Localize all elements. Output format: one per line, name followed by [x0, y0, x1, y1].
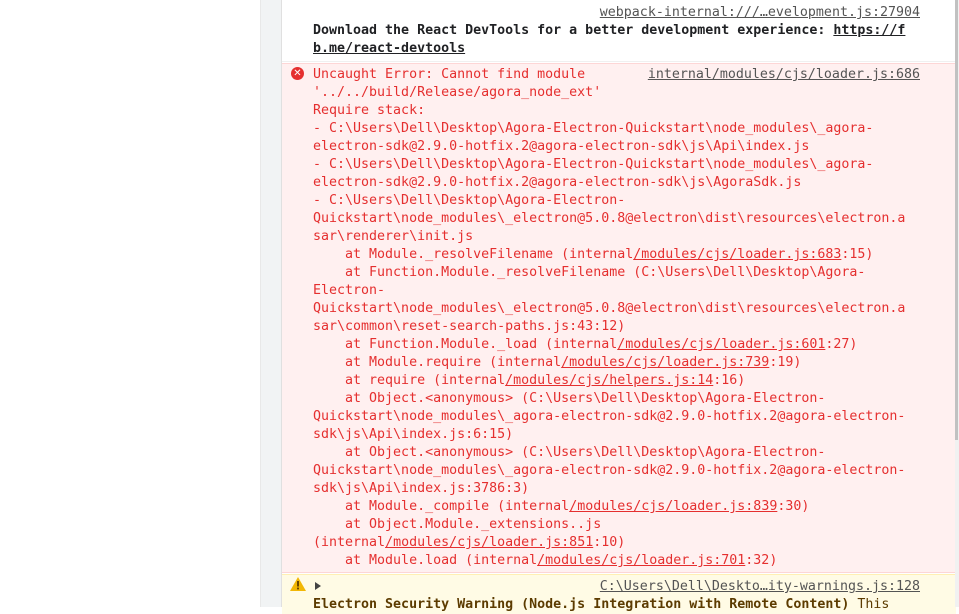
- stack-frame: at Module.require (internal/modules/cjs/…: [313, 354, 801, 372]
- stack-frame-text: (internal: [313, 535, 386, 550]
- stack-frame-text: at require (internal: [313, 373, 506, 388]
- console-message-error: ✕ internal/modules/cjs/loader.js:686 Unc…: [282, 63, 956, 573]
- stack-frame-link[interactable]: /modules/cjs/helpers.js:14: [505, 373, 713, 388]
- stack-frame-suffix: :30): [777, 499, 810, 514]
- error-message-line: - C:\Users\Dell\Desktop\Agora-Electron-: [313, 193, 626, 208]
- stack-frame-text: at Object.Module._extensions..js: [313, 517, 602, 532]
- react-devtools-link-continued[interactable]: b.me/react-devtools: [313, 40, 465, 58]
- stack-frame-link[interactable]: /modules/cjs/loader.js:601: [617, 337, 825, 352]
- console-gutter: [261, 0, 281, 607]
- warning-tail: This: [849, 597, 890, 612]
- warning-message-text: Electron Security Warning (Node.js Integ…: [313, 596, 889, 614]
- react-devtools-link[interactable]: https://f: [833, 23, 905, 38]
- console-message-log: webpack-internal:///…evelopment.js:27904…: [282, 0, 956, 62]
- stack-frame: (internal/modules/cjs/loader.js:851:10): [313, 534, 625, 552]
- stack-frame-text: Quickstart\node_modules\_agora-electron-…: [313, 463, 906, 478]
- stack-frame: Quickstart\node_modules\_agora-electron-…: [313, 408, 905, 426]
- error-source-link[interactable]: internal/modules/cjs/loader.js:686: [648, 66, 920, 84]
- stack-frame: sdk\js\Api\index.js:3786:3): [313, 480, 529, 498]
- error-message-line: - C:\Users\Dell\Desktop\Agora-Electron-Q…: [313, 121, 874, 136]
- stack-frame-link[interactable]: /modules/cjs/loader.js:739: [561, 355, 769, 370]
- expand-triangle-icon[interactable]: [315, 582, 321, 590]
- stack-frame-suffix: :10): [593, 535, 626, 550]
- error-message-line: Uncaught Error: Cannot find module: [313, 67, 586, 82]
- stack-frame: at require (internal/modules/cjs/helpers…: [313, 372, 745, 390]
- stack-frame-suffix: :19): [769, 355, 802, 370]
- stack-frame: at Module._compile (internal/modules/cjs…: [313, 498, 809, 516]
- stack-frame: at Object.<anonymous> (C:\Users\Dell\Des…: [313, 444, 825, 462]
- stack-frame-text: sar\common\reset-search-paths.js:43:12): [313, 319, 626, 334]
- error-message-line: Quickstart\node_modules\_electron@5.0.8@…: [313, 211, 906, 226]
- stack-frame-suffix: :32): [745, 553, 778, 568]
- error-message-line: '../../build/Release/agora_node_ext': [313, 85, 602, 100]
- stack-frame-text: sdk\js\Api\index.js:6:15): [313, 427, 514, 442]
- stack-frame-text: at Module.require (internal: [313, 355, 562, 370]
- left-panel: [0, 0, 261, 607]
- error-message-line: electron-sdk@2.9.0-hotfix.2@agora-electr…: [313, 139, 810, 154]
- warning-source-link[interactable]: C:\Users\Dell\Deskto…ity-warnings.js:128: [600, 578, 920, 596]
- stack-frame-text: at Module.load (internal: [313, 553, 538, 568]
- stack-frame: at Function.Module._resolveFilename (C:\…: [313, 264, 865, 282]
- error-message-line: Require stack:: [313, 103, 426, 118]
- warning-icon: [290, 577, 306, 591]
- stack-frame-suffix: :16): [713, 373, 746, 388]
- stack-frame-text: Quickstart\node_modules\_agora-electron-…: [313, 409, 906, 424]
- stack-frame-text: Quickstart\node_modules\_electron@5.0.8@…: [313, 301, 906, 316]
- stack-frame: Quickstart\node_modules\_agora-electron-…: [313, 462, 905, 480]
- stack-frame-link[interactable]: /modules/cjs/loader.js:839: [569, 499, 777, 514]
- stack-frame: at Function.Module._load (internal/modul…: [313, 336, 857, 354]
- log-message-text: Download the React DevTools for a better…: [313, 22, 905, 40]
- stack-frame: Quickstart\node_modules\_electron@5.0.8@…: [313, 300, 905, 318]
- error-message-line: electron-sdk@2.9.0-hotfix.2@agora-electr…: [313, 175, 802, 190]
- stack-frame: at Object.Module._extensions..js: [313, 516, 601, 534]
- stack-frame-text: at Function.Module._load (internal: [313, 337, 618, 352]
- error-message-line: sar\renderer\init.js: [313, 229, 474, 244]
- stack-frame-text: at Object.<anonymous> (C:\Users\Dell\Des…: [313, 391, 826, 406]
- stack-frame-text: at Object.<anonymous> (C:\Users\Dell\Des…: [313, 445, 826, 460]
- stack-frame: sar\common\reset-search-paths.js:43:12): [313, 318, 625, 336]
- stack-frame-text: Electron-: [313, 283, 386, 298]
- stack-frame-suffix: :27): [825, 337, 858, 352]
- stack-frame: Electron-: [313, 282, 385, 300]
- stack-frame: sdk\js\Api\index.js:6:15): [313, 426, 513, 444]
- scrollbar-thumb[interactable]: [955, 0, 958, 440]
- error-message-line: - C:\Users\Dell\Desktop\Agora-Electron-Q…: [313, 157, 874, 172]
- console-message-warning: C:\Users\Dell\Deskto…ity-warnings.js:128…: [282, 574, 956, 614]
- warning-title: Electron Security Warning (Node.js Integ…: [313, 597, 850, 612]
- log-message-line: Download the React DevTools for a better…: [313, 23, 834, 38]
- stack-frame: at Module._resolveFilename (internal/mod…: [313, 246, 873, 264]
- log-source-link[interactable]: webpack-internal:///…evelopment.js:27904: [600, 4, 920, 22]
- stack-frame-text: sdk\js\Api\index.js:3786:3): [313, 481, 530, 496]
- stack-frame-link[interactable]: /modules/cjs/loader.js:683: [633, 247, 841, 262]
- stack-frame-text: at Module._compile (internal: [313, 499, 570, 514]
- console-panel: webpack-internal:///…evelopment.js:27904…: [281, 0, 956, 614]
- stack-frame-text: at Module._resolveFilename (internal: [313, 247, 634, 262]
- stack-frame-link[interactable]: /modules/cjs/loader.js:851: [385, 535, 593, 550]
- error-icon: ✕: [291, 67, 304, 80]
- stack-frame-text: at Function.Module._resolveFilename (C:\…: [313, 265, 866, 280]
- stack-frame-suffix: :15): [841, 247, 874, 262]
- stack-frame-link[interactable]: /modules/cjs/loader.js:701: [537, 553, 745, 568]
- stack-frame: at Module.load (internal/modules/cjs/loa…: [313, 552, 777, 570]
- stack-frame: at Object.<anonymous> (C:\Users\Dell\Des…: [313, 390, 825, 408]
